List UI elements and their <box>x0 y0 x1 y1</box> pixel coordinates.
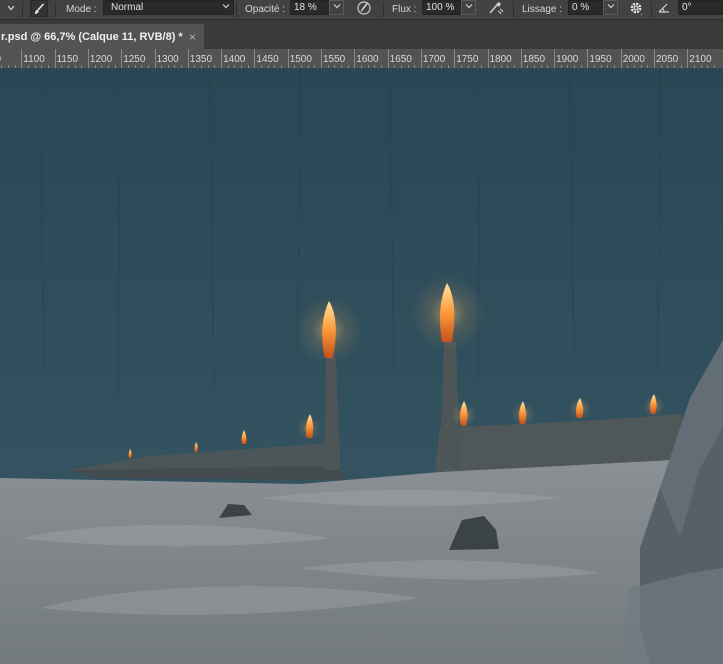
smoothing-input[interactable]: 0 % <box>568 0 605 15</box>
smoothing-settings-button[interactable] <box>626 0 646 16</box>
angle-icon <box>658 3 669 13</box>
angle-indicator <box>656 0 672 16</box>
chevron-down-icon <box>7 5 15 11</box>
chevron-down-icon <box>333 4 340 9</box>
separator <box>22 2 23 17</box>
airbrush-toggle[interactable] <box>485 0 507 16</box>
ruler-major-tick <box>54 49 56 68</box>
ruler-label: 1700 <box>422 54 446 65</box>
gear-icon <box>630 2 642 16</box>
separator <box>513 2 514 17</box>
ruler-label: 1950 <box>589 54 612 65</box>
pressure-pen-icon <box>357 1 371 15</box>
chevron-down-icon <box>222 1 230 14</box>
angle-value: 0° <box>682 2 692 13</box>
ruler-major-tick <box>321 49 322 68</box>
mode-value: Normal <box>111 2 144 13</box>
document-canvas[interactable] <box>0 68 723 664</box>
opacity-dropdown[interactable] <box>329 0 344 15</box>
separator <box>383 2 384 17</box>
ruler-label: 1300 <box>156 54 179 65</box>
document-tab-title: r.psd @ 66,7% (Calque 11, RVB/8) * <box>1 30 183 43</box>
ruler-label: 2050 <box>656 54 679 65</box>
ruler-label: 1400 <box>223 54 246 65</box>
opacity-input[interactable]: 18 % <box>290 0 331 15</box>
ruler-label: 1650 <box>389 54 412 65</box>
opacity-value: 18 % <box>294 2 317 13</box>
ruler-label: 1200 <box>89 54 113 65</box>
options-bar: Mode : Normal Opacité : 18 % Flux : 100 … <box>0 0 723 20</box>
ruler-major-tick <box>154 49 156 68</box>
mode-label: Mode : <box>66 4 97 15</box>
ruler-label: 1500 <box>289 54 312 65</box>
ruler-major-tick <box>87 49 89 68</box>
separator <box>236 2 237 17</box>
ruler-major-tick <box>221 49 223 68</box>
brush-icon <box>35 2 45 14</box>
ruler-major-tick <box>487 49 489 68</box>
ruler-label: 1100 <box>23 54 45 65</box>
pressure-opacity-toggle[interactable] <box>354 0 374 16</box>
ruler-label: 1450 <box>256 54 279 65</box>
chevron-down-icon <box>465 4 472 9</box>
ruler-major-tick <box>287 49 289 68</box>
ruler-label: 1150 <box>56 54 79 65</box>
ruler-label: 1900 <box>556 54 579 65</box>
chevron-down-icon <box>607 4 614 9</box>
ruler-major-tick <box>21 49 23 68</box>
ruler-major-tick <box>654 49 655 68</box>
ruler-major-tick <box>420 49 422 68</box>
ruler-major-tick <box>454 49 456 68</box>
flow-input[interactable]: 100 % <box>422 0 463 15</box>
ruler-label: 2100 <box>689 54 712 65</box>
flow-value: 100 % <box>426 2 455 13</box>
document-tab[interactable]: r.psd @ 66,7% (Calque 11, RVB/8) * × <box>0 24 204 49</box>
flow-label: Flux : <box>392 4 417 15</box>
tool-preset-picker[interactable] <box>4 0 18 16</box>
mode-select[interactable]: Normal <box>103 0 234 15</box>
close-icon[interactable]: × <box>189 30 196 44</box>
ruler-label: 1750 <box>456 54 479 65</box>
ruler-major-tick <box>187 49 189 68</box>
painting <box>0 68 723 664</box>
smoothing-dropdown[interactable] <box>603 0 618 15</box>
ruler-label: 1350 <box>189 54 213 65</box>
airbrush-icon <box>489 2 504 15</box>
ruler-label: 1600 <box>356 54 379 65</box>
ruler-major-tick <box>387 49 389 68</box>
brush-preset-button[interactable] <box>30 0 48 17</box>
angle-input[interactable]: 0° <box>678 0 723 15</box>
ruler-major-tick <box>354 49 356 68</box>
flow-dropdown[interactable] <box>461 0 476 15</box>
ruler-major-tick <box>587 49 589 68</box>
ruler-label: 1250 <box>123 54 146 65</box>
ruler-major-tick <box>620 49 622 68</box>
smoothing-value: 0 % <box>572 2 590 13</box>
ruler-major-tick <box>687 49 689 68</box>
ruler-label: 1800 <box>489 54 512 65</box>
document-tab-bar: r.psd @ 66,7% (Calque 11, RVB/8) * × <box>0 20 723 49</box>
ruler-major-tick <box>520 49 522 68</box>
opacity-label: Opacité : <box>245 4 286 15</box>
ruler-label: 1850 <box>522 54 546 65</box>
ruler-label: 50 <box>0 54 1 65</box>
separator <box>651 2 652 17</box>
separator <box>55 2 56 17</box>
smoothing-label: Lissage : <box>522 4 563 15</box>
horizontal-ruler[interactable]: 50 1100 1150 1200 1250 1300 1350 1400 1450 1500 15… <box>0 49 723 69</box>
ruler-major-tick <box>254 49 256 68</box>
ruler-label: 2000 <box>622 54 645 65</box>
ruler-major-tick <box>121 49 123 68</box>
ruler-major-tick <box>554 49 556 68</box>
snow-ground <box>0 460 672 664</box>
ruler-label: 1550 <box>323 54 346 65</box>
